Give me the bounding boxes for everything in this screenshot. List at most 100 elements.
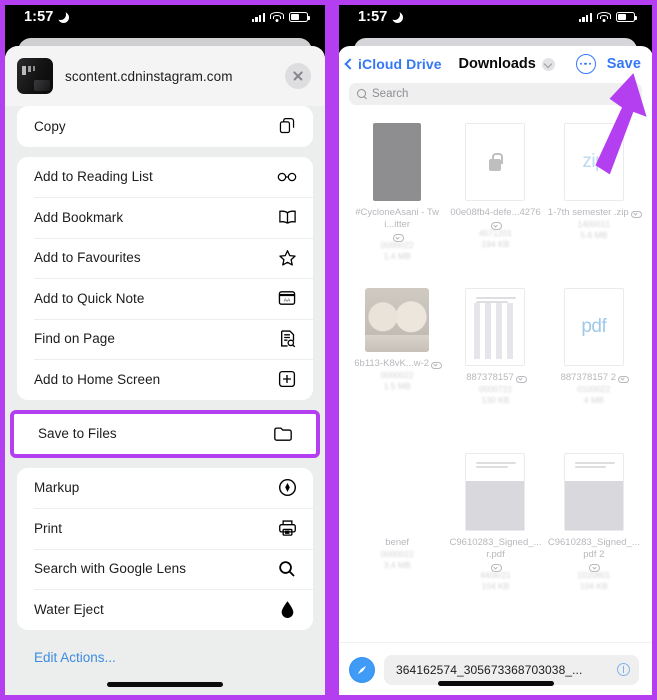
right-phone-panel: 1:57 iCloud Drive Downloads Save Search … — [330, 0, 657, 700]
share-item-label: Add to Favourites — [34, 250, 141, 266]
icloud-download-icon — [392, 233, 404, 242]
share-item-add-to-favourites[interactable]: Add to Favourites — [17, 237, 313, 278]
share-item-add-to-home-screen[interactable]: Add to Home Screen — [17, 359, 313, 400]
file-thumbnail: zip — [563, 123, 624, 201]
chevron-left-icon — [344, 58, 356, 70]
wifi-icon — [270, 12, 284, 22]
file-name: 887378157 — [466, 372, 527, 384]
filename-bar: 364162574_305673368703038_... — [338, 642, 653, 696]
site-favicon — [17, 58, 53, 94]
more-circle-icon[interactable] — [575, 54, 596, 74]
share-item-label: Add to Reading List — [34, 169, 153, 185]
search-input[interactable]: Search — [349, 83, 642, 105]
find-on-page-icon — [276, 328, 298, 350]
clear-field-icon[interactable] — [617, 663, 630, 676]
markup-icon — [276, 477, 298, 499]
files-picker-sheet: iCloud Drive Downloads Save Search #Cycl… — [338, 46, 653, 696]
file-size: 104 KB — [579, 581, 608, 591]
status-bar-right: 1:57 — [334, 0, 657, 34]
printer-icon — [276, 517, 298, 539]
share-item-copy[interactable]: Copy — [17, 106, 313, 147]
icloud-download-icon — [630, 210, 642, 218]
back-label: iCloud Drive — [358, 56, 442, 72]
edit-actions-link[interactable]: Edit Actions... — [17, 640, 313, 665]
glasses-icon — [276, 166, 298, 188]
share-item-find-on-page[interactable]: Find on Page — [17, 318, 313, 359]
file-item[interactable]: 00e08fb4-defe...4276 4571201 194 KB — [446, 117, 544, 282]
icloud-download-icon — [515, 375, 527, 383]
status-bar-left-group: 1:57 — [358, 9, 404, 25]
share-item-water-eject[interactable]: Water Eject — [17, 589, 313, 630]
file-thumbnail — [365, 288, 430, 352]
file-size: 104 KB — [481, 581, 510, 591]
share-item-label: Add to Home Screen — [34, 371, 161, 387]
close-icon[interactable] — [285, 63, 311, 89]
share-item-print[interactable]: Print — [17, 508, 313, 549]
battery-icon — [289, 12, 310, 22]
file-thumbnail — [367, 453, 427, 531]
document-shade — [466, 481, 525, 530]
share-item-search-with-google-lens[interactable]: Search with Google Lens — [17, 548, 313, 589]
status-bar-left: 1:57 — [0, 0, 330, 34]
share-item-add-bookmark[interactable]: Add Bookmark — [17, 197, 313, 238]
home-indicator — [437, 681, 554, 686]
search-bar-wrap: Search — [338, 82, 653, 113]
share-item-add-to-quick-note[interactable]: Add to Quick Note AA — [17, 278, 313, 319]
filename-value: 364162574_305673368703038_... — [396, 662, 583, 677]
share-item-label: Markup — [34, 480, 80, 496]
zip-label-icon: zip — [582, 151, 606, 172]
share-item-add-to-reading-list[interactable]: Add to Reading List — [17, 156, 313, 197]
chevron-down-icon[interactable] — [541, 57, 555, 71]
file-item[interactable]: benef 0000022 3.4 MB — [348, 447, 446, 612]
wifi-icon — [597, 12, 611, 22]
page-title: Downloads — [458, 56, 536, 72]
file-item[interactable]: #CycloneAsani - Twi...itter 0000022 1.4 … — [348, 117, 446, 282]
pdf-label-icon: pdf — [581, 316, 607, 337]
file-name: 1-7th semester .zip — [548, 207, 642, 219]
file-item[interactable]: 887378157 0000722 130 KB — [446, 282, 544, 447]
status-time: 1:57 — [358, 9, 388, 25]
status-time: 1:57 — [24, 9, 54, 25]
file-item[interactable]: 6b113-K8vK...w-2 0000022 1.5 MB — [348, 282, 446, 447]
filename-input[interactable]: 364162574_305673368703038_... — [384, 654, 639, 685]
quick-note-icon: AA — [276, 287, 298, 309]
plus-square-icon — [276, 368, 298, 390]
file-date: 0000022 — [380, 549, 414, 559]
safari-icon — [349, 656, 375, 683]
document-columns — [474, 303, 517, 359]
file-name: 887378157 2 — [561, 372, 630, 384]
cellular-signal-icon — [578, 12, 592, 22]
file-item[interactable]: pdf 887378157 2 0100022 4 MB — [545, 282, 643, 447]
search-icon — [276, 558, 298, 580]
file-date: 4406/21 — [480, 570, 511, 580]
file-date: 0000022 — [380, 240, 414, 250]
document-lines — [476, 297, 517, 303]
file-thumbnail — [465, 123, 526, 201]
file-size: 5.6 MB — [580, 230, 608, 240]
search-placeholder: Search — [372, 88, 409, 100]
status-bar-right-group — [251, 12, 310, 22]
star-icon — [276, 247, 298, 269]
share-item-label: Save to Files — [38, 426, 117, 441]
share-item-label: Add Bookmark — [34, 209, 124, 225]
file-size: 4 MB — [583, 395, 604, 405]
left-phone-panel: 1:57 scontent.cdninstagram.com Copy Add … — [0, 0, 330, 700]
file-item[interactable]: C9610283_Signed_...r.pdf 4406/21 104 KB — [446, 447, 544, 612]
file-size: 1.4 MB — [383, 251, 411, 261]
file-item[interactable]: zip 1-7th semester .zip 1400011 5.6 MB — [545, 117, 643, 282]
status-bar-left-group: 1:57 — [24, 9, 70, 25]
file-item[interactable]: C9610283_Signed_...pdf 2 1020601 104 KB — [545, 447, 643, 612]
share-item-markup[interactable]: Markup — [17, 467, 313, 508]
svg-text:AA: AA — [284, 298, 291, 304]
file-date: 0000022 — [380, 370, 414, 380]
copy-icon — [276, 115, 298, 137]
status-bar-right-group — [578, 12, 637, 22]
save-button[interactable]: Save — [607, 56, 641, 72]
file-thumbnail — [465, 288, 526, 366]
file-thumbnail — [465, 453, 526, 531]
document-lines — [574, 462, 615, 468]
folder-title-group[interactable]: Downloads — [444, 56, 570, 72]
cellular-signal-icon — [251, 12, 265, 22]
back-to-icloud-drive-button[interactable]: iCloud Drive — [344, 56, 442, 72]
share-item-save-to-files[interactable]: Save to Files — [14, 413, 316, 454]
